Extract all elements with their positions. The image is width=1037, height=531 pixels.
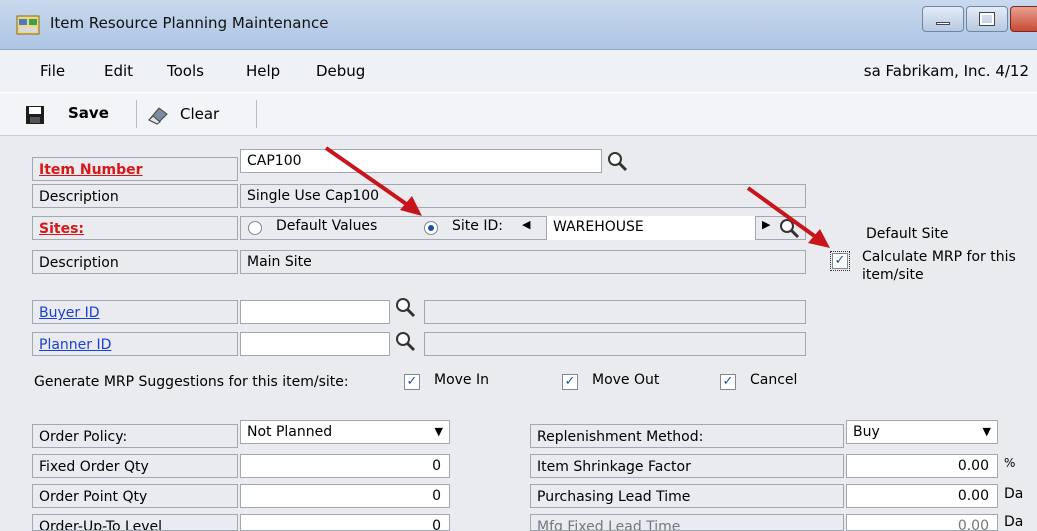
fixed-order-qty-label: Fixed Order Qty bbox=[32, 454, 238, 478]
clear-label: Clear bbox=[180, 105, 220, 123]
previous-site-icon[interactable]: ◀ bbox=[522, 218, 530, 231]
item-number-input[interactable]: CAP100 bbox=[240, 149, 602, 173]
menu-tools[interactable]: Tools bbox=[167, 62, 204, 80]
site-description-label: Description bbox=[32, 250, 238, 274]
shrinkage-input[interactable]: 0.00 bbox=[846, 454, 998, 478]
purchasing-lead-unit: Da bbox=[1004, 486, 1024, 502]
buyer-id-label[interactable]: Buyer ID bbox=[32, 300, 238, 324]
menu-help[interactable]: Help bbox=[246, 62, 280, 80]
next-site-icon[interactable]: ▶ bbox=[762, 218, 770, 231]
order-point-qty-input[interactable]: 0 bbox=[240, 484, 450, 508]
site-id-input[interactable]: WAREHOUSE bbox=[546, 216, 756, 240]
planner-id-label[interactable]: Planner ID bbox=[32, 332, 238, 356]
menu-file[interactable]: File bbox=[40, 62, 65, 80]
sites-label[interactable]: Sites: bbox=[32, 216, 238, 240]
mfg-lead-input[interactable]: 0.00 bbox=[846, 514, 998, 531]
planner-description bbox=[424, 332, 806, 356]
order-policy-label: Order Policy: bbox=[32, 424, 238, 448]
move-out-label: Move Out bbox=[592, 372, 660, 388]
default-site-label: Default Site bbox=[866, 226, 949, 242]
app-window-icon bbox=[16, 15, 40, 35]
default-values-label: Default Values bbox=[276, 218, 378, 234]
close-button[interactable] bbox=[1010, 6, 1037, 32]
buyer-lookup-icon[interactable] bbox=[394, 296, 416, 318]
minimize-button[interactable] bbox=[922, 6, 964, 32]
order-up-to-input[interactable]: 0 bbox=[240, 514, 450, 531]
purchasing-lead-label: Purchasing Lead Time bbox=[530, 484, 844, 508]
mfg-lead-unit: Da bbox=[1004, 514, 1024, 530]
menu-edit[interactable]: Edit bbox=[104, 62, 133, 80]
buyer-id-input[interactable] bbox=[240, 300, 390, 324]
save-label: Save bbox=[68, 104, 109, 122]
move-in-label: Move In bbox=[434, 372, 489, 388]
planner-lookup-icon[interactable] bbox=[394, 330, 416, 352]
description-label: Description bbox=[32, 184, 238, 208]
planner-id-input[interactable] bbox=[240, 332, 390, 356]
order-up-to-label: Order-Up-To Level bbox=[32, 514, 238, 531]
item-number-label[interactable]: Item Number bbox=[32, 157, 238, 181]
replenishment-label: Replenishment Method: bbox=[530, 424, 844, 448]
shrinkage-unit: % bbox=[1004, 456, 1016, 470]
floppy-disk-icon bbox=[26, 106, 44, 124]
default-values-radio[interactable] bbox=[248, 221, 262, 235]
fixed-order-qty-input[interactable]: 0 bbox=[240, 454, 450, 478]
site-id-label: Site ID: bbox=[452, 218, 503, 234]
window-title: Item Resource Planning Maintenance bbox=[50, 14, 329, 32]
chevron-down-icon: ▼ bbox=[982, 425, 991, 438]
site-lookup-icon[interactable] bbox=[778, 217, 800, 239]
toolbar-separator bbox=[136, 100, 137, 128]
eraser-icon bbox=[148, 107, 168, 125]
shrinkage-label: Item Shrinkage Factor bbox=[530, 454, 844, 478]
mfg-lead-label: Mfg Fixed Lead Time bbox=[530, 514, 844, 531]
maximize-icon bbox=[979, 12, 995, 26]
site-description-value: Main Site bbox=[240, 250, 806, 274]
buyer-description bbox=[424, 300, 806, 324]
menu-debug[interactable]: Debug bbox=[316, 62, 365, 80]
order-policy-select[interactable]: Not Planned ▼ bbox=[240, 420, 450, 444]
replenishment-select[interactable]: Buy ▼ bbox=[846, 420, 998, 444]
item-lookup-icon[interactable] bbox=[606, 150, 628, 172]
save-button[interactable]: Save bbox=[22, 102, 122, 128]
cancel-checkbox[interactable]: ✓ bbox=[720, 374, 736, 390]
user-company-date: sa Fabrikam, Inc. 4/12 bbox=[863, 62, 1029, 80]
order-point-qty-label: Order Point Qty bbox=[32, 484, 238, 508]
calculate-mrp-checkbox[interactable]: ✓ bbox=[830, 251, 850, 271]
move-out-checkbox[interactable]: ✓ bbox=[562, 374, 578, 390]
generate-mrp-label: Generate MRP Suggestions for this item/s… bbox=[34, 374, 349, 390]
toolbar-separator bbox=[256, 100, 257, 128]
site-id-radio[interactable] bbox=[424, 221, 438, 235]
minimize-icon bbox=[936, 22, 950, 25]
cancel-label: Cancel bbox=[750, 372, 798, 388]
chevron-down-icon: ▼ bbox=[434, 425, 443, 438]
purchasing-lead-input[interactable]: 0.00 bbox=[846, 484, 998, 508]
move-in-checkbox[interactable]: ✓ bbox=[404, 374, 420, 390]
clear-button[interactable]: Clear bbox=[144, 102, 244, 128]
description-value: Single Use Cap100 bbox=[240, 184, 806, 208]
calculate-mrp-label: Calculate MRP for this item/site bbox=[862, 249, 1016, 283]
maximize-button[interactable] bbox=[966, 6, 1008, 32]
